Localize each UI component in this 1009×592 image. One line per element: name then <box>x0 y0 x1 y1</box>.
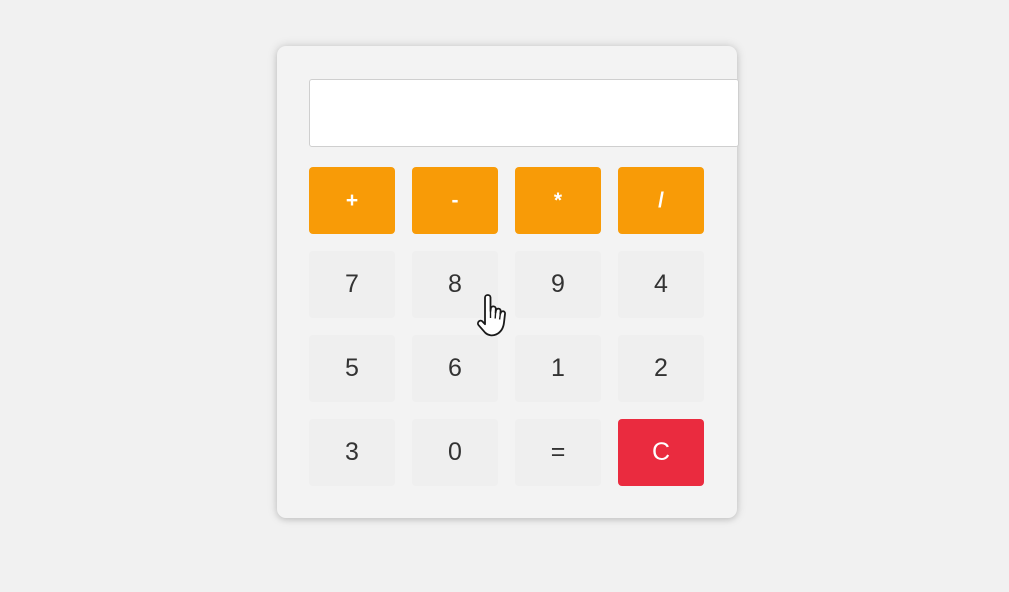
subtract-button[interactable]: - <box>412 167 498 234</box>
digit-5-button[interactable]: 5 <box>309 335 395 402</box>
keypad: + - * / 7 8 9 4 5 6 1 2 3 0 = C <box>309 167 707 486</box>
digit-3-button[interactable]: 3 <box>309 419 395 486</box>
digit-7-button[interactable]: 7 <box>309 251 395 318</box>
digit-2-button[interactable]: 2 <box>618 335 704 402</box>
digit-8-button[interactable]: 8 <box>412 251 498 318</box>
calculator-display[interactable] <box>309 79 739 147</box>
digit-0-button[interactable]: 0 <box>412 419 498 486</box>
multiply-button[interactable]: * <box>515 167 601 234</box>
digit-6-button[interactable]: 6 <box>412 335 498 402</box>
calculator: + - * / 7 8 9 4 5 6 1 2 3 0 = C <box>277 46 739 518</box>
page: + - * / 7 8 9 4 5 6 1 2 3 0 = C <box>0 0 1009 592</box>
digit-1-button[interactable]: 1 <box>515 335 601 402</box>
digit-4-button[interactable]: 4 <box>618 251 704 318</box>
equals-button[interactable]: = <box>515 419 601 486</box>
divide-button[interactable]: / <box>618 167 704 234</box>
add-button[interactable]: + <box>309 167 395 234</box>
clear-button[interactable]: C <box>618 419 704 486</box>
digit-9-button[interactable]: 9 <box>515 251 601 318</box>
